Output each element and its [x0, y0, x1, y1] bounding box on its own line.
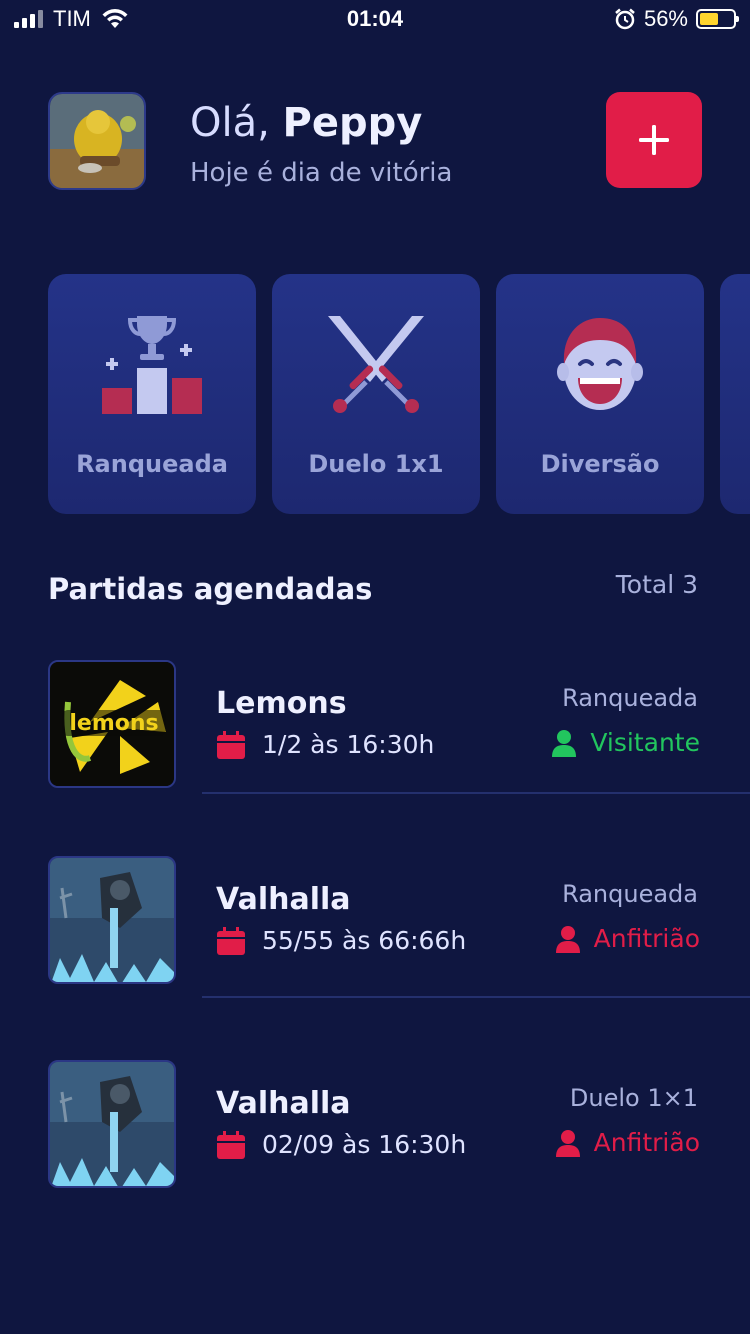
- battery-percent: 56%: [643, 6, 688, 31]
- user-icon: [555, 925, 580, 953]
- match-date-text: 1/2 às 16:30h: [262, 730, 435, 759]
- alarm-icon: [615, 8, 635, 30]
- category-card-duelo[interactable]: Duelo 1x1: [272, 274, 480, 514]
- category-card-diversao[interactable]: Diversão: [496, 274, 704, 514]
- crossed-swords-icon: [328, 316, 424, 413]
- category-label: Duelo 1x1: [308, 450, 444, 478]
- status-right: 56%: [614, 6, 739, 32]
- calendar-icon: [217, 926, 245, 955]
- greeting: Olá, Peppy: [190, 100, 422, 146]
- svg-text:lemons: lemons: [69, 711, 158, 736]
- greeting-subtitle: Hoje é dia de vitória: [190, 158, 453, 188]
- category-label: Ranqueada: [76, 450, 228, 478]
- match-date-text: 02/09 às 16:30h: [262, 1130, 467, 1159]
- match-team-name: Valhalla: [216, 1086, 351, 1121]
- user-icon: [552, 729, 577, 757]
- match-type: Ranqueada: [562, 684, 698, 712]
- match-date-text: 55/55 às 66:66h: [262, 926, 467, 955]
- section-title: Partidas agendadas: [48, 572, 373, 606]
- divider: [202, 996, 750, 998]
- greeting-prefix: Olá,: [190, 100, 270, 146]
- match-date: 1/2 às 16:30h: [216, 730, 434, 759]
- match-role-text: Anfitrião: [593, 1128, 700, 1157]
- user-name: Peppy: [282, 100, 423, 146]
- team-logo-valhalla: [48, 856, 176, 984]
- category-label: Diversão: [540, 450, 660, 478]
- match-date: 02/09 às 16:30h: [216, 1130, 466, 1159]
- match-type: Ranqueada: [562, 880, 698, 908]
- podium-trophy-icon: [102, 316, 202, 414]
- match-type: Duelo 1×1: [569, 1084, 698, 1112]
- avatar[interactable]: [48, 92, 146, 190]
- category-card-more[interactable]: [720, 274, 750, 514]
- team-logo-lemons: lemons: [48, 660, 176, 788]
- calendar-icon: [217, 730, 245, 759]
- laughing-face-icon: [557, 318, 643, 410]
- match-role-text: Anfitrião: [593, 924, 700, 953]
- divider: [202, 792, 750, 794]
- match-item[interactable]: Valhalla 02/09 às 16:30h Duelo 1×1 Anfit…: [0, 1060, 750, 1200]
- team-logo-valhalla: [48, 1060, 176, 1188]
- match-team-name: Lemons: [216, 686, 347, 721]
- category-carousel[interactable]: Ranqueada Duelo 1x1 Diversão: [48, 274, 750, 514]
- user-icon: [555, 1129, 580, 1157]
- plus-icon: [639, 125, 669, 155]
- calendar-icon: [217, 1130, 245, 1159]
- section-total: Total 3: [615, 570, 698, 599]
- battery-icon: [696, 9, 739, 29]
- match-role: Visitante: [552, 728, 700, 757]
- match-team-name: Valhalla: [216, 882, 351, 917]
- add-match-button[interactable]: [606, 92, 702, 188]
- match-role: Anfitrião: [555, 1128, 700, 1157]
- match-item[interactable]: lemons Lemons 1/2 às 16:30h Ranqueada Vi…: [0, 660, 750, 800]
- category-card-ranqueada[interactable]: Ranqueada: [48, 274, 256, 514]
- match-item[interactable]: Valhalla 55/55 às 66:66h Ranqueada Anfit…: [0, 856, 750, 996]
- match-date: 55/55 às 66:66h: [216, 926, 466, 955]
- status-bar: TIM 01:04 56%: [0, 0, 750, 40]
- match-role-text: Visitante: [590, 728, 700, 757]
- match-role: Anfitrião: [555, 924, 700, 953]
